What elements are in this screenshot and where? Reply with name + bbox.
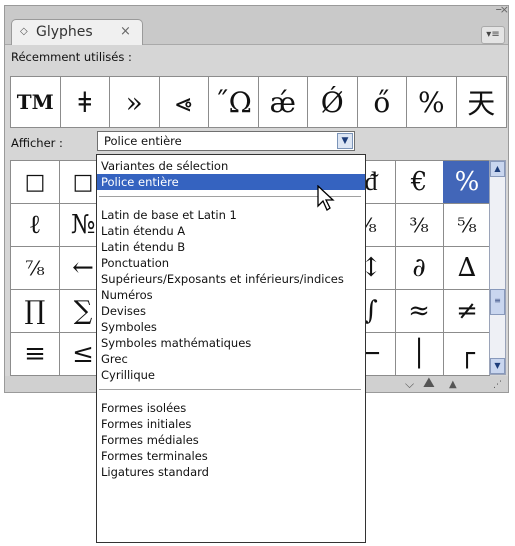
resize-grip-icon[interactable]: ⋰ <box>493 380 502 390</box>
diamond-icon: ◇ <box>20 26 28 37</box>
dropdown-separator <box>99 389 361 390</box>
dropdown-item[interactable]: Supérieurs/Exposants et inférieurs/indic… <box>97 271 365 287</box>
dropdown-item[interactable]: Formes initiales <box>97 416 365 432</box>
recent-glyph-cell[interactable]: ˝Ω <box>209 77 259 127</box>
dropdown-item[interactable]: Cyrillique <box>97 367 365 383</box>
recent-glyph-cell[interactable]: ⩹ <box>160 77 209 127</box>
recent-glyphs-row: TM ǂ» ⩹ ˝Ω ǽ Ǿő% 天 <box>10 76 507 128</box>
show-select-value: Police entière <box>104 134 182 148</box>
glyph-cell[interactable]: ≠ <box>443 290 489 333</box>
recent-glyph-cell[interactable]: ǽ <box>259 77 308 127</box>
recent-glyph-cell[interactable]: ő <box>358 77 407 127</box>
glyph-cell[interactable]: ≈ <box>395 290 444 333</box>
glyph-cell[interactable]: │ <box>395 333 444 376</box>
close-tab-icon[interactable]: × <box>120 20 131 44</box>
tab-title: Glyphes <box>36 24 93 40</box>
recent-glyph-cell[interactable]: % <box>407 77 457 127</box>
recent-glyph-cell[interactable]: Ǿ <box>308 77 358 127</box>
dropdown-item[interactable]: Symboles mathématiques <box>97 335 365 351</box>
recent-label: Récemment utilisés : <box>11 50 132 64</box>
chevron-down-icon[interactable]: ▼ <box>490 358 505 374</box>
dropdown-item[interactable]: Variantes de sélection <box>97 158 365 174</box>
recent-glyph-cell[interactable]: TM <box>11 77 61 127</box>
tab-glyphs[interactable]: ◇ Glyphes × <box>11 19 143 45</box>
glyph-cell[interactable]: ≡ <box>11 333 60 376</box>
recent-glyph-cell[interactable]: ǂ <box>61 77 110 127</box>
show-select[interactable]: Police entière ▼ <box>97 131 355 151</box>
glyph-cell[interactable]: ∂ <box>395 247 444 290</box>
dropdown-item[interactable]: Devises <box>97 303 365 319</box>
dropdown-item[interactable]: Formes terminales <box>97 448 365 464</box>
glyph-cell[interactable]: ∆ <box>443 247 489 290</box>
glyph-cell[interactable]: % <box>443 161 489 204</box>
dropdown-item[interactable]: Symboles <box>97 319 365 335</box>
arrow-cursor-icon <box>317 185 335 211</box>
dropdown-item[interactable]: Latin étendu A <box>97 223 365 239</box>
panel-menu-icon[interactable]: ▾≡ <box>481 26 505 44</box>
dropdown-item[interactable]: Formes médiales <box>97 432 365 448</box>
large-mountain-icon[interactable]: ⛰ <box>423 375 435 391</box>
glyph-cell[interactable]: ³⁄₈ <box>395 204 444 247</box>
scrollbar-thumb[interactable]: ≡ <box>490 289 505 315</box>
dropdown-item[interactable]: Latin étendu B <box>97 239 365 255</box>
dropdown-item[interactable]: Ligatures standard <box>97 464 365 480</box>
glyph-cell[interactable]: € <box>395 161 444 204</box>
glyph-cell[interactable]: ┌ <box>443 333 489 376</box>
glyph-cell[interactable]: ⁷⁄₈ <box>11 247 60 290</box>
glyph-cell[interactable]: ⁵⁄₈ <box>443 204 489 247</box>
glyph-cell[interactable]: □ <box>11 161 60 204</box>
glyph-cell[interactable]: ∏ <box>11 290 60 333</box>
recent-glyph-cell[interactable]: » <box>110 77 160 127</box>
dropdown-item[interactable]: Ponctuation <box>97 255 365 271</box>
dropdown-item[interactable]: Grec <box>97 351 365 367</box>
panel-tab-bar: ◇ Glyphes × – × ▾≡ <box>5 3 509 45</box>
recent-glyph-cell[interactable]: 天 <box>457 77 507 127</box>
chevron-down-icon[interactable]: ⌵ <box>405 377 414 392</box>
dropdown-item[interactable]: Numéros <box>97 287 365 303</box>
dropdown-item[interactable]: Formes isolées <box>97 400 365 416</box>
glyph-cell[interactable]: ℓ <box>11 204 60 247</box>
small-mountain-icon[interactable]: ▲ <box>449 379 457 390</box>
grid-scrollbar[interactable]: ▲ ≡ ▼ <box>489 160 506 375</box>
chevron-down-icon[interactable]: ▼ <box>337 133 353 149</box>
show-label: Afficher : <box>11 136 63 150</box>
chevron-up-icon[interactable]: ▲ <box>490 161 505 177</box>
close-panel-icon[interactable]: × <box>500 3 509 16</box>
